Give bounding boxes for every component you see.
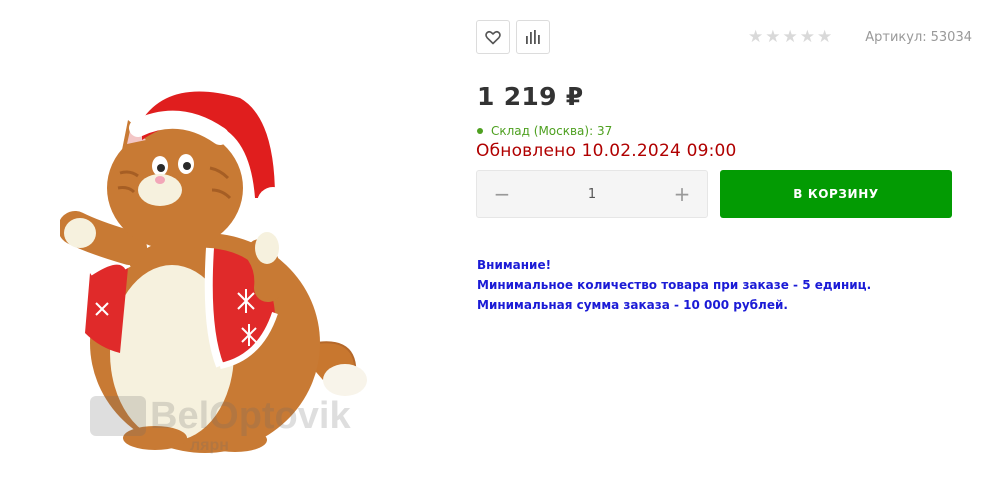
quantity-input[interactable] bbox=[527, 185, 657, 203]
star-icon[interactable]: ★ bbox=[765, 28, 780, 46]
notice-min-sum: Минимальная сумма заказа - 10 000 рублей… bbox=[477, 298, 788, 312]
updated-timestamp: Обновлено 10.02.2024 09:00 bbox=[476, 141, 737, 161]
watermark-sub: лярн bbox=[190, 437, 229, 454]
stock-dot-icon bbox=[477, 128, 483, 134]
article-number: Артикул: 53034 bbox=[865, 30, 972, 45]
cat-toy-illustration: BelOptovik лярн bbox=[60, 91, 367, 454]
article-value: 53034 bbox=[930, 30, 972, 45]
star-icon[interactable]: ★ bbox=[817, 28, 832, 46]
compare-button[interactable] bbox=[516, 20, 550, 54]
order-notice: Внимание! Минимальное количество товара … bbox=[477, 255, 871, 315]
notice-min-quantity: Минимальное количество товара при заказе… bbox=[477, 278, 872, 292]
rating-stars[interactable]: ★ ★ ★ ★ ★ bbox=[748, 28, 832, 46]
stock-status: Склад (Москва): 37 bbox=[477, 124, 612, 138]
heart-icon bbox=[485, 30, 501, 44]
product-price: 1 219 ₽ bbox=[477, 82, 584, 111]
stock-text: Склад (Москва): 37 bbox=[491, 124, 613, 138]
notice-title: Внимание! bbox=[477, 258, 552, 272]
star-icon[interactable]: ★ bbox=[748, 28, 763, 46]
add-to-cart-button[interactable]: В КОРЗИНУ bbox=[720, 170, 952, 218]
watermark-brand: BelOptovik bbox=[150, 395, 351, 437]
product-image[interactable]: BelOptovik лярн bbox=[60, 78, 400, 463]
wishlist-button[interactable] bbox=[476, 20, 510, 54]
quantity-decrease-button[interactable]: − bbox=[477, 171, 527, 217]
article-label: Артикул: bbox=[865, 30, 927, 45]
star-icon[interactable]: ★ bbox=[800, 28, 815, 46]
quantity-stepper: − + bbox=[476, 170, 708, 218]
bar-chart-icon bbox=[526, 30, 540, 44]
quantity-increase-button[interactable]: + bbox=[657, 171, 707, 217]
star-icon[interactable]: ★ bbox=[783, 28, 798, 46]
watermark: BelOptovik лярн bbox=[90, 395, 351, 454]
